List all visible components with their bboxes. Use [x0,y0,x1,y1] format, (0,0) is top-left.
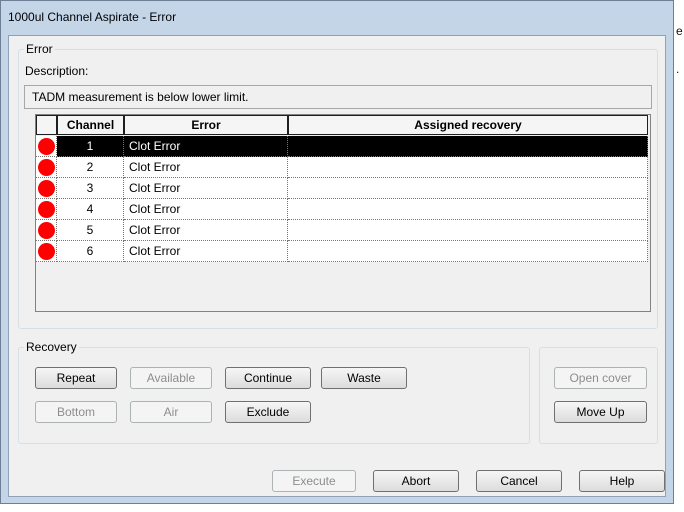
row-marker [36,178,57,199]
table-row[interactable]: 3 Clot Error [36,178,650,199]
abort-button[interactable]: Abort [373,470,459,492]
error-status-icon [38,180,55,197]
window-title: 1000ul Channel Aspirate - Error [8,10,177,24]
table-header: Channel Error Assigned recovery [36,115,650,136]
channel-cell: 3 [57,178,124,199]
open-cover-button[interactable]: Open cover [554,367,647,389]
channel-cell: 4 [57,199,124,220]
recovery-cell [288,157,648,178]
row-marker [36,157,57,178]
description-label: Description: [25,64,89,78]
recovery-cell [288,136,648,157]
recovery-group [18,347,530,444]
error-cell: Clot Error [124,241,288,262]
row-marker [36,220,57,241]
background-text: . [676,62,680,76]
error-status-icon [38,138,55,155]
continue-button[interactable]: Continue [225,367,311,389]
error-cell: Clot Error [124,220,288,241]
error-cell: Clot Error [124,178,288,199]
error-cell: Clot Error [124,199,288,220]
bottom-button[interactable]: Bottom [35,401,117,423]
device-group [539,347,658,444]
exclude-button[interactable]: Exclude [225,401,311,423]
description-text: TADM measurement is below lower limit. [32,90,249,104]
channel-error-table[interactable]: Channel Error Assigned recovery 1 Clot E… [35,114,651,312]
table-row[interactable]: 5 Clot Error [36,220,650,241]
header-channel[interactable]: Channel [57,115,124,135]
air-button[interactable]: Air [130,401,212,423]
help-button[interactable]: Help [579,470,665,492]
table-row[interactable]: 1 Clot Error [36,136,650,157]
channel-cell: 1 [57,136,124,157]
repeat-button[interactable]: Repeat [35,367,117,389]
channel-cell: 2 [57,157,124,178]
channel-cell: 6 [57,241,124,262]
waste-button[interactable]: Waste [321,367,407,389]
row-marker [36,136,57,157]
recovery-cell [288,241,648,262]
background-text: e [676,24,683,38]
move-up-button[interactable]: Move Up [554,401,647,423]
error-dialog: 1000ul Channel Aspirate - Error Error De… [0,0,674,504]
execute-button[interactable]: Execute [272,470,356,492]
error-status-icon [38,222,55,239]
error-status-icon [38,159,55,176]
recovery-cell [288,178,648,199]
header-marker [36,115,57,135]
available-button[interactable]: Available [130,367,212,389]
error-cell: Clot Error [124,157,288,178]
cancel-button[interactable]: Cancel [476,470,562,492]
error-status-icon [38,201,55,218]
table-row[interactable]: 2 Clot Error [36,157,650,178]
title-bar[interactable]: 1000ul Channel Aspirate - Error [1,1,673,35]
error-cell: Clot Error [124,136,288,157]
header-error[interactable]: Error [124,115,288,135]
table-row[interactable]: 4 Clot Error [36,199,650,220]
error-group-legend: Error [24,42,55,56]
table-row[interactable]: 6 Clot Error [36,241,650,262]
recovery-group-legend: Recovery [24,340,79,354]
recovery-cell [288,220,648,241]
channel-cell: 5 [57,220,124,241]
row-marker [36,199,57,220]
row-marker [36,241,57,262]
header-assigned-recovery[interactable]: Assigned recovery [288,115,648,135]
recovery-cell [288,199,648,220]
description-box: TADM measurement is below lower limit. [24,85,652,109]
error-status-icon [38,243,55,260]
dialog-content: Error Description: TADM measurement is b… [8,35,666,497]
